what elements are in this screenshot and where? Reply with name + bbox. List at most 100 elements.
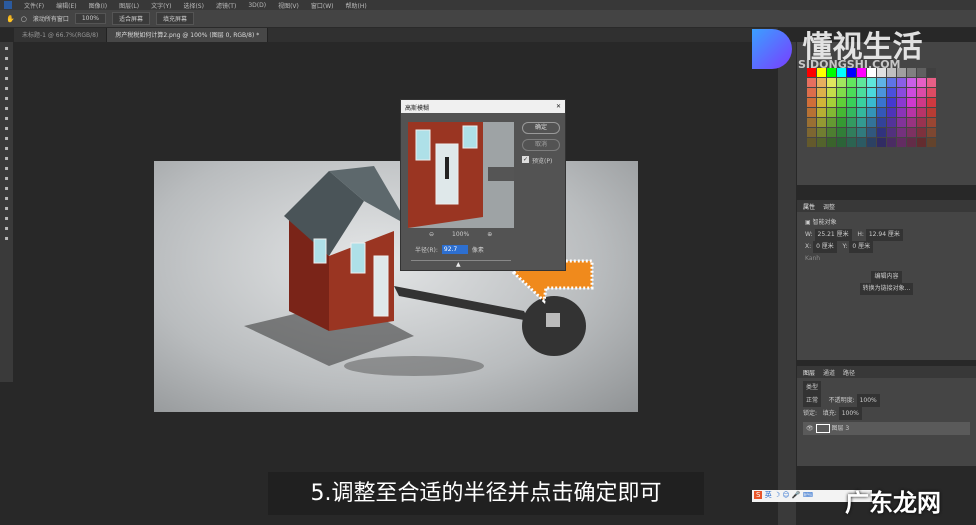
swatch[interactable] xyxy=(817,138,826,147)
swatch[interactable] xyxy=(847,118,856,127)
width-field[interactable]: 25.21 厘米 xyxy=(814,229,852,241)
swatch[interactable] xyxy=(897,108,906,117)
swatch[interactable] xyxy=(827,128,836,137)
menu-file[interactable]: 文件(F) xyxy=(24,1,44,10)
ime-language[interactable]: 英 xyxy=(765,491,772,499)
swatch[interactable] xyxy=(827,108,836,117)
swatch[interactable] xyxy=(847,78,856,87)
tab-active-doc[interactable]: 房产税税如何计算2.png @ 100% (图层 0, RGB/8) * xyxy=(107,28,269,42)
swatch[interactable] xyxy=(817,118,826,127)
swatch[interactable] xyxy=(897,118,906,127)
swatch[interactable] xyxy=(807,88,816,97)
scroll-all-checkbox[interactable]: ○ xyxy=(21,15,27,23)
swatch[interactable] xyxy=(837,88,846,97)
visibility-eye-icon[interactable]: 👁 xyxy=(806,425,814,432)
swatch[interactable] xyxy=(887,78,896,87)
swatch[interactable] xyxy=(897,128,906,137)
swatch[interactable] xyxy=(867,78,876,87)
swatch[interactable] xyxy=(927,118,936,127)
swatch[interactable] xyxy=(857,138,866,147)
shape-tool-icon[interactable]: ▪ xyxy=(3,215,10,222)
swatch[interactable] xyxy=(867,108,876,117)
swatch[interactable] xyxy=(907,118,916,127)
tab-untitled[interactable]: 未标题-1 @ 66.7%(RGB/8) xyxy=(14,28,108,42)
swatch[interactable] xyxy=(877,78,886,87)
swatch[interactable] xyxy=(827,88,836,97)
menu-window[interactable]: 窗口(W) xyxy=(311,1,334,10)
slider-thumb[interactable]: ▲ xyxy=(456,261,461,268)
tab-paths[interactable]: 路径 xyxy=(843,368,855,377)
swatch[interactable] xyxy=(827,78,836,87)
close-icon[interactable]: ✕ xyxy=(556,103,561,110)
swatch[interactable] xyxy=(917,128,926,137)
layer-filter[interactable]: 类型 xyxy=(803,381,822,394)
swatch[interactable] xyxy=(827,118,836,127)
swatch[interactable] xyxy=(877,118,886,127)
fill-field[interactable]: 100% xyxy=(838,407,862,420)
cancel-button[interactable]: 取消 xyxy=(522,139,560,151)
swatch[interactable] xyxy=(857,88,866,97)
layer-row[interactable]: 👁 图层 3 xyxy=(803,422,970,435)
menu-select[interactable]: 选择(S) xyxy=(183,1,204,10)
pen-tool-icon[interactable]: ▪ xyxy=(3,185,10,192)
swatch[interactable] xyxy=(867,138,876,147)
swatch[interactable] xyxy=(817,108,826,117)
swatch[interactable] xyxy=(837,128,846,137)
tab-channels[interactable]: 通道 xyxy=(823,368,835,377)
lasso-tool-icon[interactable]: ▪ xyxy=(3,65,10,72)
swatch[interactable] xyxy=(917,108,926,117)
swatch[interactable] xyxy=(887,98,896,107)
swatch[interactable] xyxy=(807,118,816,127)
swatch[interactable] xyxy=(907,98,916,107)
swatch[interactable] xyxy=(827,98,836,107)
x-field[interactable]: 0 厘米 xyxy=(813,241,837,253)
tab-properties[interactable]: 属性 xyxy=(803,202,815,211)
swatch[interactable] xyxy=(867,98,876,107)
heal-tool-icon[interactable]: ▪ xyxy=(3,105,10,112)
zoom-in-icon[interactable]: ⊕ xyxy=(487,231,492,238)
menu-view[interactable]: 视图(V) xyxy=(278,1,299,10)
menu-layer[interactable]: 图层(L) xyxy=(119,1,139,10)
swatch[interactable] xyxy=(817,88,826,97)
gradient-tool-icon[interactable]: ▪ xyxy=(3,155,10,162)
eraser-tool-icon[interactable]: ▪ xyxy=(3,145,10,152)
swatch[interactable] xyxy=(837,98,846,107)
swatch[interactable] xyxy=(907,78,916,87)
stamp-tool-icon[interactable]: ▪ xyxy=(3,125,10,132)
swatch[interactable] xyxy=(887,88,896,97)
swatch[interactable] xyxy=(837,108,846,117)
swatch[interactable] xyxy=(907,128,916,137)
edit-contents-button[interactable]: 编辑内容 xyxy=(871,271,902,283)
swatch[interactable] xyxy=(817,98,826,107)
y-field[interactable]: 0 厘米 xyxy=(849,241,874,253)
swatch[interactable] xyxy=(917,78,926,87)
swatch[interactable] xyxy=(827,138,836,147)
swatch[interactable] xyxy=(837,138,846,147)
radius-slider[interactable]: ▲ xyxy=(411,260,511,268)
swatch[interactable] xyxy=(847,98,856,107)
tab-adjustments[interactable]: 调整 xyxy=(823,202,835,211)
swatch[interactable] xyxy=(897,98,906,107)
height-field[interactable]: 12.94 厘米 xyxy=(865,229,903,241)
swatch[interactable] xyxy=(877,138,886,147)
swatch[interactable] xyxy=(867,128,876,137)
hand-tool-icon[interactable]: ▪ xyxy=(3,225,10,232)
swatch[interactable] xyxy=(847,108,856,117)
swatch[interactable] xyxy=(927,128,936,137)
blur-preview[interactable] xyxy=(408,122,514,228)
swatch[interactable] xyxy=(897,138,906,147)
swatch[interactable] xyxy=(927,78,936,87)
zoom-100-button[interactable]: 100% xyxy=(74,13,106,24)
convert-to-linked-button[interactable]: 转换为链接对象... xyxy=(859,283,914,295)
swatch[interactable] xyxy=(917,118,926,127)
ok-button[interactable]: 确定 xyxy=(522,122,560,134)
swatch[interactable] xyxy=(887,128,896,137)
blend-mode[interactable]: 正常 xyxy=(803,394,822,407)
swatch[interactable] xyxy=(857,78,866,87)
radius-input[interactable]: 92.7 xyxy=(441,245,468,254)
fill-screen-button[interactable]: 填充屏幕 xyxy=(156,12,195,25)
swatch[interactable] xyxy=(807,128,816,137)
zoom-out-icon[interactable]: ⊖ xyxy=(429,231,434,238)
swatch[interactable] xyxy=(887,118,896,127)
swatch[interactable] xyxy=(917,88,926,97)
